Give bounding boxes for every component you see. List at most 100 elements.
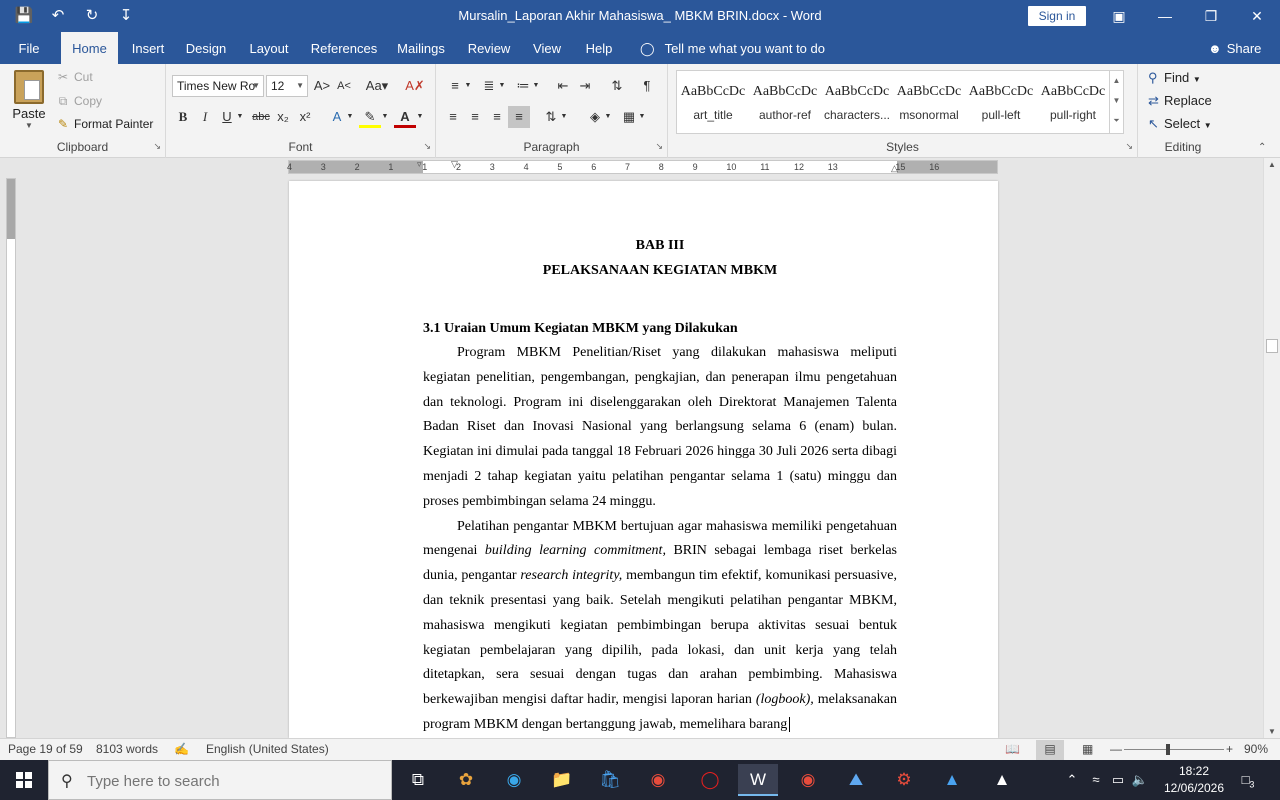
- italic-icon[interactable]: I: [194, 106, 216, 128]
- task-view-icon[interactable]: ⧉: [398, 764, 438, 796]
- taskbar-search[interactable]: ⚲: [48, 760, 392, 800]
- scroll-thumb[interactable]: [1266, 339, 1278, 353]
- start-button[interactable]: [0, 760, 48, 800]
- right-indent-marker[interactable]: △: [891, 163, 898, 174]
- line-spacing-dropdown-icon[interactable]: ▼: [558, 106, 570, 128]
- change-case-icon[interactable]: Aa▾: [362, 75, 392, 97]
- replace-button[interactable]: ⇄ Replace: [1148, 93, 1212, 109]
- multilevel-list-dropdown-icon[interactable]: ▼: [530, 75, 542, 97]
- gallery-up-icon[interactable]: ▲: [1110, 71, 1123, 91]
- save-icon[interactable]: 💾: [14, 6, 34, 26]
- opera-icon[interactable]: ◯: [690, 764, 730, 796]
- word-count[interactable]: 8103 words: [96, 742, 158, 756]
- paste-dropdown-icon[interactable]: ▼: [8, 121, 50, 130]
- minimize-icon[interactable]: —: [1142, 0, 1188, 32]
- chapter-title[interactable]: PELAKSANAAN KEGIATAN MBKM: [423, 258, 897, 283]
- grow-font-icon[interactable]: A˃: [311, 75, 333, 97]
- tab-view[interactable]: View: [530, 32, 564, 64]
- sort-icon[interactable]: ⇅: [606, 75, 628, 97]
- tell-me-search[interactable]: ◯ Tell me what you want to do: [640, 32, 825, 64]
- redo-icon[interactable]: ↻: [82, 6, 102, 26]
- style-characters[interactable]: AaBbCcDc characters...: [821, 71, 893, 133]
- section-heading[interactable]: 3.1 Uraian Umum Kegiatan MBKM yang Dilak…: [423, 316, 897, 341]
- proofing-icon[interactable]: ✍: [174, 742, 189, 756]
- strikethrough-icon[interactable]: abc: [250, 106, 272, 128]
- system-clock[interactable]: 18:22 12/06/2026: [1160, 763, 1228, 797]
- scroll-down-icon[interactable]: ▼: [1264, 727, 1280, 736]
- edge-icon[interactable]: ◉: [494, 764, 534, 796]
- tab-help[interactable]: Help: [582, 32, 616, 64]
- file-explorer-icon[interactable]: 📁: [542, 764, 582, 796]
- tab-references[interactable]: References: [310, 32, 378, 64]
- search-input[interactable]: [87, 769, 377, 793]
- align-center-icon[interactable]: ≡: [464, 106, 486, 128]
- zoom-in-icon[interactable]: +: [1226, 742, 1233, 756]
- increase-indent-icon[interactable]: ⇥: [574, 75, 596, 97]
- tab-home[interactable]: Home: [61, 32, 118, 64]
- volume-icon[interactable]: 🔈: [1130, 760, 1150, 800]
- chrome-icon[interactable]: ◉: [638, 764, 678, 796]
- style-msonormal[interactable]: AaBbCcDc msonormal: [893, 71, 965, 133]
- photos-icon[interactable]: ⛰: [836, 764, 876, 796]
- decrease-indent-icon[interactable]: ⇤: [552, 75, 574, 97]
- zoom-slider-thumb[interactable]: [1166, 744, 1170, 755]
- align-left-icon[interactable]: ≡: [442, 106, 464, 128]
- close-icon[interactable]: ✕: [1234, 0, 1280, 32]
- paste-button[interactable]: Paste ▼: [8, 70, 50, 130]
- restore-icon[interactable]: ❐: [1188, 0, 1234, 32]
- document-body[interactable]: BAB III PELAKSANAAN KEGIATAN MBKM 3.1 Ur…: [423, 233, 897, 738]
- wifi-icon[interactable]: ≈: [1086, 760, 1106, 800]
- style-art-title[interactable]: AaBbCcDc art_title: [677, 71, 749, 133]
- select-button[interactable]: ↖ Select ▼: [1148, 116, 1212, 132]
- dialog-launcher-icon[interactable]: ↘: [655, 141, 663, 152]
- subscript-icon[interactable]: x₂: [272, 106, 294, 128]
- shrink-font-icon[interactable]: A˂: [333, 75, 355, 97]
- font-color-icon[interactable]: A: [394, 106, 416, 128]
- battery-icon[interactable]: ▭: [1108, 760, 1128, 800]
- scroll-up-icon[interactable]: ▲: [1264, 160, 1280, 169]
- web-layout-icon[interactable]: ▦: [1082, 742, 1093, 756]
- customize-qat-icon[interactable]: ↧: [116, 6, 136, 26]
- paragraph-1[interactable]: Program MBKM Penelitian/Riset yang dilak…: [423, 341, 897, 515]
- undo-icon[interactable]: ↶: [48, 6, 68, 26]
- text-effects-dropdown-icon[interactable]: ▼: [344, 106, 356, 128]
- underline-dropdown-icon[interactable]: ▼: [234, 106, 246, 128]
- collapse-ribbon-icon[interactable]: ⌃: [1258, 142, 1266, 153]
- bold-icon[interactable]: B: [172, 106, 194, 128]
- tab-insert[interactable]: Insert: [126, 32, 170, 64]
- cut-button[interactable]: ✂ Cut: [56, 70, 93, 84]
- zoom-out-icon[interactable]: —: [1110, 742, 1122, 756]
- page-count[interactable]: Page 19 of 59: [8, 742, 83, 756]
- font-color-dropdown-icon[interactable]: ▼: [414, 106, 426, 128]
- language[interactable]: English (United States): [206, 742, 329, 756]
- notifications-icon[interactable]: □3: [1234, 760, 1262, 800]
- tab-layout[interactable]: Layout: [245, 32, 293, 64]
- zoom-level[interactable]: 90%: [1244, 742, 1268, 756]
- format-painter-button[interactable]: ✎ Format Painter: [56, 117, 153, 131]
- store-icon[interactable]: 🛍: [590, 764, 630, 796]
- tab-review[interactable]: Review: [465, 32, 513, 64]
- borders-dropdown-icon[interactable]: ▼: [636, 106, 648, 128]
- sign-in-button[interactable]: Sign in: [1028, 6, 1086, 26]
- first-line-indent-marker[interactable]: ▿: [417, 159, 422, 170]
- show-hidden-icons-icon[interactable]: ⌃: [1062, 760, 1082, 800]
- app-icon[interactable]: ▲: [982, 764, 1022, 796]
- align-right-icon[interactable]: ≡: [486, 106, 508, 128]
- show-formatting-marks-icon[interactable]: ¶: [636, 75, 658, 97]
- chapter-number[interactable]: BAB III: [423, 233, 897, 258]
- superscript-icon[interactable]: x²: [294, 106, 316, 128]
- highlight-icon[interactable]: ✎: [359, 106, 381, 128]
- gallery-more-icon[interactable]: ⏷: [1110, 111, 1123, 131]
- document-page[interactable]: BAB III PELAKSANAAN KEGIATAN MBKM 3.1 Ur…: [289, 181, 998, 738]
- vertical-scrollbar[interactable]: ▲ ▼: [1263, 158, 1280, 738]
- font-size-combo[interactable]: 12 ▼: [266, 75, 308, 97]
- find-button[interactable]: ⚲ Find ▼: [1148, 70, 1201, 86]
- dialog-launcher-icon[interactable]: ↘: [423, 141, 431, 152]
- share-button[interactable]: ☻ Share: [1208, 32, 1261, 64]
- app-icon[interactable]: ▲: [932, 764, 972, 796]
- highlight-dropdown-icon[interactable]: ▼: [379, 106, 391, 128]
- tab-mailings[interactable]: Mailings: [393, 32, 449, 64]
- tab-file[interactable]: File: [8, 32, 50, 64]
- numbering-dropdown-icon[interactable]: ▼: [496, 75, 508, 97]
- dialog-launcher-icon[interactable]: ↘: [1125, 141, 1133, 152]
